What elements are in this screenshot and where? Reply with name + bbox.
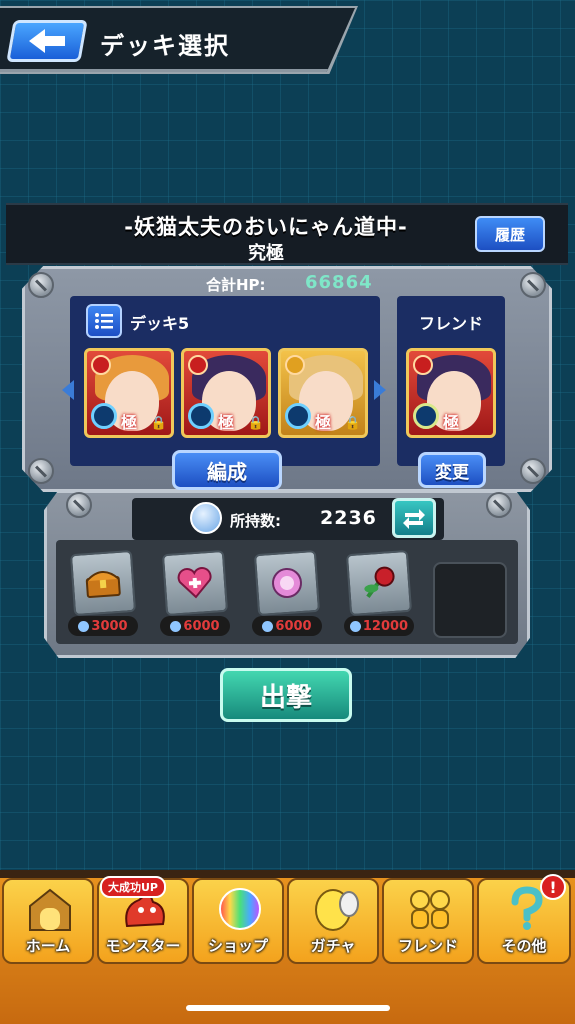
list-icon	[95, 313, 113, 329]
owned-label: 所持数:	[230, 512, 281, 530]
swap-arrows-icon	[403, 509, 425, 529]
lock-icon: 🔒	[247, 416, 264, 431]
friends-icon	[410, 890, 450, 929]
bolt-icon	[66, 492, 92, 518]
kiwami-label: 極	[218, 413, 235, 432]
item-slot-1[interactable]: 3000	[68, 549, 138, 636]
gem-icon	[78, 620, 90, 632]
item-cost: 12000	[344, 616, 414, 636]
home-gate-icon	[29, 888, 71, 931]
owned-value: 2236	[320, 507, 377, 529]
heart-icon	[161, 549, 229, 617]
nav-gacha[interactable]: ガチャ	[287, 878, 379, 964]
light-element-icon	[285, 355, 305, 375]
item-slot-3[interactable]: 6000	[252, 549, 322, 636]
item-cost-value: 6000	[183, 618, 220, 634]
fire-element-icon	[188, 355, 208, 375]
bolt-icon	[28, 458, 54, 484]
nav-shop[interactable]: ショップ	[192, 878, 284, 964]
prev-deck-arrow[interactable]	[62, 380, 74, 400]
change-friend-button[interactable]: 変更	[418, 452, 486, 488]
item-cost: 6000	[160, 616, 230, 636]
kiwami-label: 極	[315, 413, 332, 432]
success-up-badge: 大成功UP	[100, 876, 166, 898]
swap-button[interactable]	[392, 498, 436, 538]
bottom-nav-border	[0, 870, 575, 878]
bolt-icon	[486, 492, 512, 518]
home-indicator[interactable]	[186, 1005, 390, 1011]
gem-icon	[262, 620, 274, 632]
nav-label: ガチャ	[310, 937, 356, 955]
rose-icon	[345, 549, 413, 617]
rainbow-orb-icon	[219, 888, 261, 930]
nav-label: フレンド	[397, 937, 458, 955]
alert-icon: !	[540, 874, 566, 900]
ability-badge-icon	[91, 403, 117, 429]
ability-badge-icon	[188, 403, 214, 429]
nav-label: ショップ	[207, 937, 268, 955]
sparkle-orb-icon	[253, 549, 321, 617]
orb-stone-icon	[190, 502, 222, 534]
item-cost-value: 12000	[362, 618, 409, 634]
item-slot-4[interactable]: 12000	[344, 549, 414, 636]
treasure-chest-icon	[69, 549, 137, 617]
nav-label: その他	[501, 937, 547, 955]
sortie-button[interactable]: 出撃	[220, 668, 352, 722]
friend-monster[interactable]: 極	[406, 348, 496, 438]
deck-name: デッキ5	[130, 314, 190, 333]
gem-icon	[349, 620, 361, 632]
next-deck-arrow[interactable]	[374, 380, 386, 400]
back-button[interactable]	[6, 20, 88, 62]
nav-friend[interactable]: フレンド	[382, 878, 474, 964]
kiwami-label: 極	[121, 413, 138, 432]
history-button[interactable]: 履歴	[475, 216, 545, 252]
deck-monster-1[interactable]: 極 🔒	[84, 348, 174, 438]
edit-deck-button[interactable]: 編成	[172, 450, 282, 490]
bolt-icon	[520, 272, 546, 298]
lock-icon: 🔒	[150, 416, 167, 431]
item-slot-2[interactable]: 6000	[160, 549, 230, 636]
item-cost-value: 3000	[91, 618, 128, 634]
nav-home[interactable]: ホーム	[2, 878, 94, 964]
ability-badge-icon	[285, 403, 311, 429]
deck-list-button[interactable]	[86, 304, 122, 338]
bolt-icon	[520, 458, 546, 484]
back-arrow-icon	[29, 29, 65, 53]
fire-element-icon	[413, 355, 433, 375]
total-hp-value: 66864	[305, 272, 373, 293]
deck-monster-3[interactable]: 極 🔒	[278, 348, 368, 438]
item-cost: 6000	[252, 616, 322, 636]
nav-label: モンスター	[105, 937, 181, 955]
deck-monster-2[interactable]: 極 🔒	[181, 348, 271, 438]
egg-icon	[315, 889, 359, 931]
total-hp-label: 合計HP:	[206, 276, 266, 294]
kiwami-label: 極	[443, 413, 460, 432]
fire-element-icon	[91, 355, 111, 375]
friend-label: フレンド	[418, 314, 483, 333]
empty-item-slot[interactable]	[433, 562, 507, 638]
lock-icon: 🔒	[344, 416, 361, 431]
bolt-icon	[28, 272, 54, 298]
ability-badge-icon	[413, 403, 439, 429]
item-cost: 3000	[68, 616, 138, 636]
page-title: デッキ選択	[100, 32, 230, 60]
gem-icon	[170, 620, 182, 632]
nav-label: ホーム	[25, 937, 71, 955]
item-cost-value: 6000	[275, 618, 312, 634]
